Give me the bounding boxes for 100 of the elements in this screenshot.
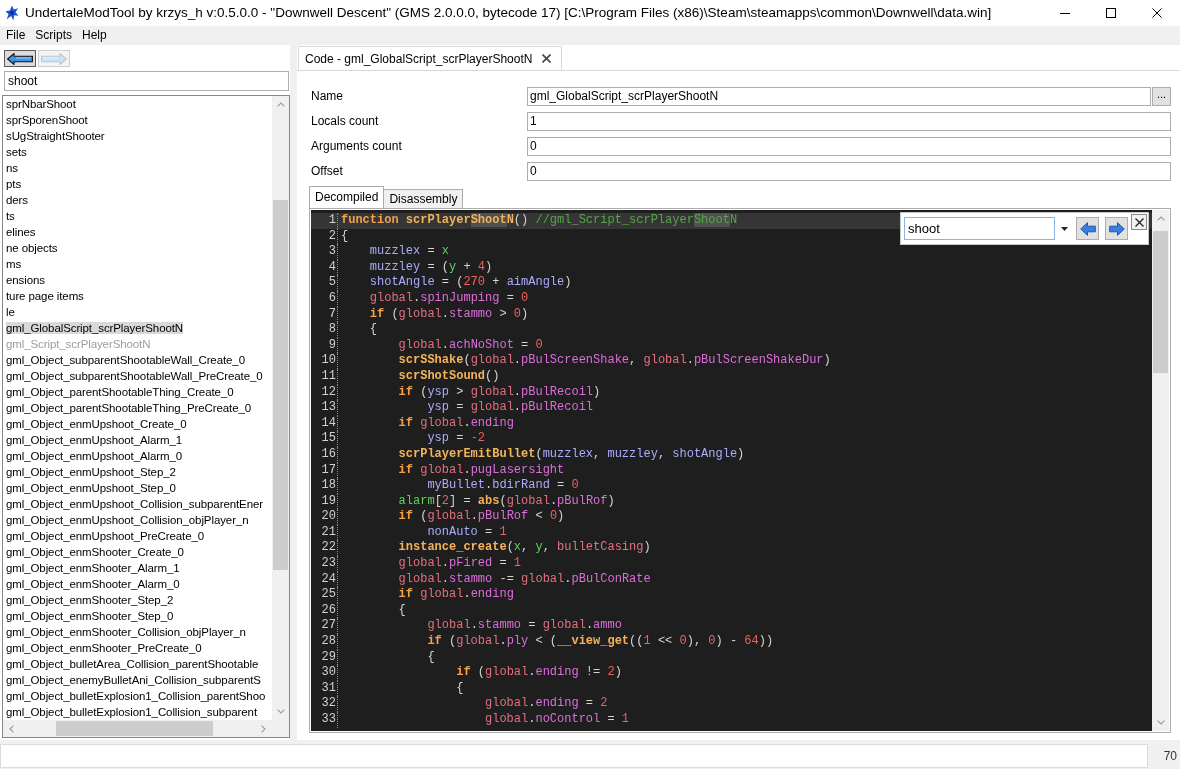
scrollbar-thumb[interactable] <box>1153 231 1168 373</box>
chevron-down-icon[interactable] <box>276 709 285 714</box>
code-line: function scrPlayerShootN() //gml_Script_scrPlayerShootN <box>341 213 738 229</box>
menu-item[interactable]: Help <box>77 26 112 45</box>
chevron-up-icon[interactable] <box>276 102 285 107</box>
tree-item[interactable]: gml_Object_enmShooter_Create_0 <box>6 546 184 558</box>
find-previous-button[interactable] <box>1076 217 1099 240</box>
close-button[interactable] <box>1131 214 1147 230</box>
code-line: global.ending = 2 <box>485 696 608 712</box>
tree-item[interactable]: gml_Object_enmUpshoot_PreCreate_0 <box>6 530 205 542</box>
status-text: 70 <box>1163 748 1177 765</box>
tree-item[interactable]: gml_Object_enmShooter_PreCreate_0 <box>6 642 202 654</box>
code-line: { <box>341 228 349 245</box>
menu-item[interactable]: Scripts <box>30 26 78 45</box>
menu-item[interactable]: File <box>1 26 31 45</box>
text-field[interactable]: 0 <box>527 161 1171 181</box>
caret-down-icon[interactable] <box>1061 226 1068 231</box>
tree-item[interactable]: le <box>6 306 15 318</box>
line-number: 7 <box>328 306 336 323</box>
chevron-up-icon[interactable] <box>1156 216 1165 221</box>
tree-item[interactable]: ms <box>6 258 22 270</box>
code-line: instance_create(x, y, bulletCasing) <box>398 540 651 557</box>
text-field[interactable]: 1 <box>527 111 1171 131</box>
editor-tab[interactable]: Code - gml_GlobalScript_scrPlayerShootN <box>298 46 563 70</box>
tree-item[interactable]: pts <box>6 178 22 190</box>
tree-item[interactable]: gml_Object_bulletExplosion1_Collision_subparent <box>6 706 257 718</box>
line-number: 15 <box>321 431 336 447</box>
code-line: myBullet.bdirRand = 0 <box>427 478 579 494</box>
tree-item[interactable]: sets <box>6 146 27 158</box>
tree-item[interactable]: gml_Object_enmUpshoot_Alarm_0 <box>6 450 183 462</box>
code-line: global.noControl = 1 <box>485 712 630 728</box>
horizontal-scrollbar[interactable] <box>3 720 272 737</box>
tree-item[interactable]: gml_Object_enmUpshoot_Collision_subparentEner <box>6 498 263 510</box>
tree-item[interactable]: gml_Object_bulletArea_Collision_parentShootable <box>6 658 259 670</box>
tree-item[interactable]: sUgStraightShooter <box>6 130 105 142</box>
field-label: Locals count <box>310 113 380 130</box>
line-number: 2 <box>328 228 336 245</box>
code-line: { <box>456 680 464 697</box>
tree-item[interactable]: ne objects <box>6 242 58 254</box>
text-field[interactable]: 0 <box>527 136 1171 156</box>
line-number: 30 <box>321 665 336 681</box>
line-number: 20 <box>321 509 336 525</box>
line-number: 29 <box>321 649 336 666</box>
tree-item[interactable]: ture page items <box>6 290 84 302</box>
tree-item[interactable]: gml_Object_enmShooter_Alarm_0 <box>6 578 180 590</box>
code-line: scrSShake(global.pBulScreenShake, global.pBulScreenShakeDur) <box>398 353 831 369</box>
back-button[interactable] <box>4 50 36 67</box>
browse-button[interactable]: ... <box>1152 86 1171 106</box>
tree-item[interactable]: sprNbarShoot <box>6 98 76 110</box>
close-icon[interactable] <box>542 54 552 63</box>
tree-item[interactable]: gml_Object_enemyBulletAni_Collision_subparentS <box>6 674 261 686</box>
code-line: if (global.stammo > 0) <box>369 306 529 323</box>
tree-item[interactable]: ts <box>6 210 15 222</box>
chevron-left-icon[interactable] <box>9 724 14 733</box>
tree-item[interactable]: gml_Object_enmUpshoot_Alarm_1 <box>6 434 183 446</box>
tree-item[interactable]: gml_Object_subparentShootableWall_Create_0 <box>6 354 245 366</box>
search-field[interactable]: shoot <box>4 71 289 91</box>
tree-item[interactable]: gml_Object_enmUpshoot_Create_0 <box>6 418 187 430</box>
line-number: 18 <box>321 478 336 494</box>
tree-item[interactable]: gml_Object_parentShootableThing_Create_0 <box>6 386 234 398</box>
scrollbar-thumb[interactable] <box>273 200 288 570</box>
code-line: scrPlayerEmitBullet(muzzlex, muzzley, shotAngle) <box>398 446 745 463</box>
tree-item[interactable]: gml_Object_enmShooter_Step_0 <box>6 610 174 622</box>
tree-item[interactable]: ensions <box>6 274 45 286</box>
find-field[interactable]: shoot <box>904 217 1055 240</box>
scrollbar-thumb[interactable] <box>56 721 213 736</box>
code-line: { <box>398 602 406 619</box>
tree-item[interactable]: gml_Object_enmUpshoot_Step_0 <box>6 482 176 494</box>
find-next-button[interactable] <box>1105 217 1128 240</box>
tab[interactable]: Disassembly <box>383 189 464 208</box>
tree-item[interactable]: gml_GlobalScript_scrPlayerShootN <box>6 322 184 334</box>
arrow-left-icon <box>7 52 33 65</box>
tree-item[interactable]: gml_Object_enmShooter_Collision_objPlayer_n <box>6 626 246 638</box>
code-line: alarm[2] = abs(global.pBulRof) <box>398 493 615 510</box>
tree-item[interactable]: gml_Object_enmUpshoot_Collision_objPlayer_n <box>6 514 249 526</box>
field-label: Offset <box>310 163 344 180</box>
minimize-icon <box>1060 12 1070 14</box>
code-line: shotAngle = (270 + aimAngle) <box>369 275 572 291</box>
tree-item[interactable]: gml_Object_enmUpshoot_Step_2 <box>6 466 176 478</box>
tab[interactable]: Decompiled <box>309 186 385 208</box>
tree-item[interactable]: ders <box>6 194 28 206</box>
line-number: 17 <box>321 462 336 479</box>
tree-item[interactable]: elines <box>6 226 36 238</box>
chevron-down-icon[interactable] <box>1156 720 1165 725</box>
tree-item[interactable]: gml_Object_enmShooter_Step_2 <box>6 594 174 606</box>
tree-item[interactable]: gml_Object_enmShooter_Alarm_1 <box>6 562 180 574</box>
line-number: 27 <box>321 618 336 635</box>
text-field[interactable]: gml_GlobalScript_scrPlayerShootN <box>527 86 1151 106</box>
tree-item[interactable]: gml_Object_parentShootableThing_PreCreate_0 <box>6 402 252 414</box>
tree-item[interactable]: gml_Object_bulletExplosion1_Collision_parentShoo <box>6 690 266 702</box>
line-number: 25 <box>321 587 336 603</box>
tree-item[interactable]: ns <box>6 162 18 174</box>
tree-item[interactable]: sprSporenShoot <box>6 114 88 126</box>
vertical-scrollbar[interactable] <box>272 96 289 720</box>
line-number: 31 <box>321 680 336 697</box>
chevron-right-icon[interactable] <box>261 724 266 733</box>
code-line: ysp = -2 <box>427 431 486 447</box>
tree-item[interactable]: gml_Object_subparentShootableWall_PreCreate_0 <box>6 370 263 382</box>
code-line: muzzlex = x <box>369 244 450 260</box>
vertical-scrollbar[interactable] <box>1152 210 1169 731</box>
